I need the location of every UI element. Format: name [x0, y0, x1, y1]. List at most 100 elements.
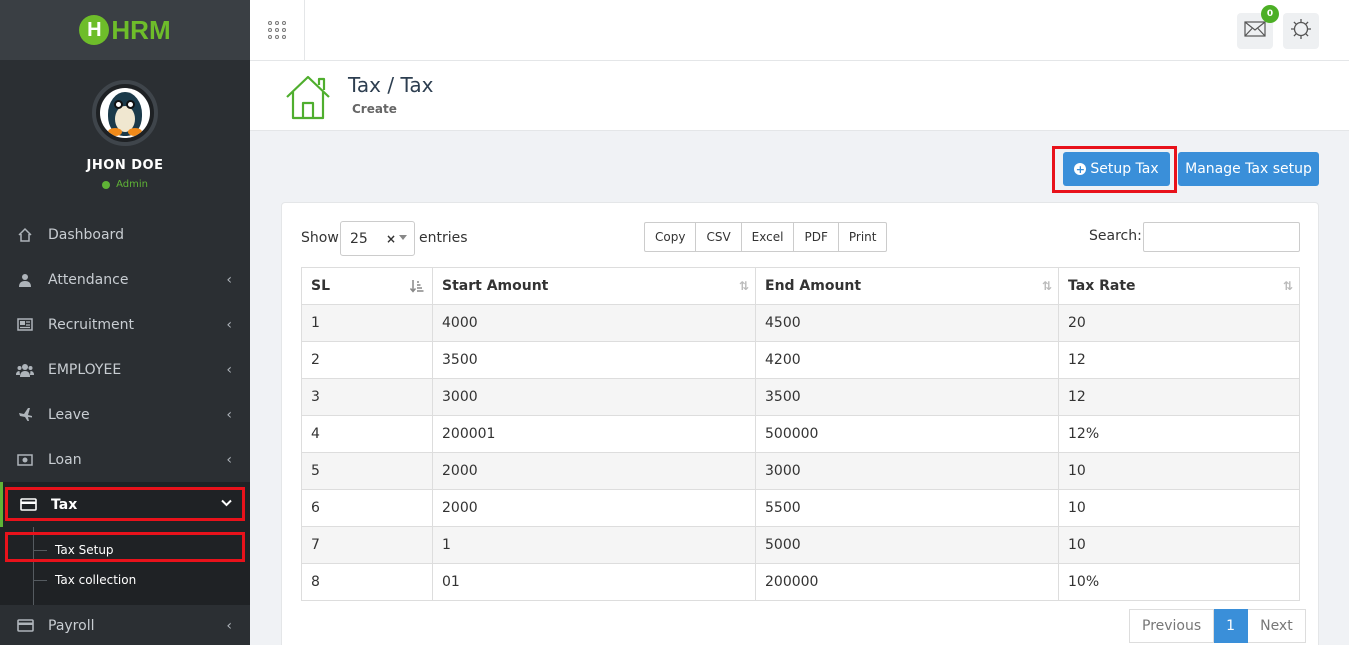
table-cell: 7: [301, 526, 433, 564]
sort-both-icon: ⇅: [1041, 279, 1052, 293]
page-length-value: 25: [350, 230, 368, 247]
table-cell: 12: [1058, 378, 1300, 416]
sidebar-item-label: EMPLOYEE: [48, 361, 122, 378]
table-cell: 10: [1058, 452, 1300, 490]
sidebar-item-label: Dashboard: [48, 226, 124, 243]
sidebar-item-label: Payroll: [48, 617, 95, 634]
column-header-tax-rate[interactable]: Tax Rate ⇅: [1058, 267, 1300, 305]
pagination: Previous 1 Next: [1129, 609, 1306, 643]
money-icon: [15, 452, 35, 468]
search-input[interactable]: [1143, 222, 1300, 252]
clear-icon[interactable]: ×: [386, 232, 396, 246]
sidebar-subitem-tax-collection[interactable]: Tax collection: [0, 565, 250, 595]
column-header-end-amount[interactable]: End Amount ⇅: [755, 267, 1059, 305]
manage-tax-setup-button[interactable]: Manage Tax setup: [1178, 152, 1319, 186]
table-cell: 2000: [432, 489, 756, 527]
csv-button[interactable]: CSV: [696, 222, 742, 252]
column-header-start-amount[interactable]: Start Amount ⇅: [432, 267, 756, 305]
online-status-icon: [102, 180, 111, 189]
table-row: 6 2000 5500 10: [301, 489, 1300, 527]
table-cell: 4: [301, 415, 433, 453]
sidebar-item-loan[interactable]: Loan ‹: [0, 437, 250, 482]
previous-page-button[interactable]: Previous: [1129, 609, 1215, 643]
newspaper-icon: [15, 317, 35, 333]
table-cell: 3500: [432, 341, 756, 379]
sort-both-icon: ⇅: [738, 279, 749, 293]
table-cell: 01: [432, 563, 756, 601]
sidebar-item-recruitment[interactable]: Recruitment ‹: [0, 302, 250, 347]
column-header-sl[interactable]: SL: [301, 267, 433, 305]
highlight-box-setup-tax: [1052, 146, 1177, 193]
avatar[interactable]: [92, 80, 158, 146]
notification-badge: 0: [1261, 5, 1279, 23]
house-icon: [284, 73, 332, 125]
app-logo[interactable]: H HRM: [79, 14, 171, 46]
sidebar-item-employee[interactable]: EMPLOYEE ‹: [0, 347, 250, 392]
table-cell: 10: [1058, 526, 1300, 564]
sidebar-item-leave[interactable]: Leave ‹: [0, 392, 250, 437]
excel-button[interactable]: Excel: [741, 222, 795, 252]
plane-icon: [15, 407, 35, 423]
sidebar-item-label: Leave: [48, 406, 90, 423]
table-cell: 2: [301, 341, 433, 379]
page-title: Tax / Tax: [348, 73, 434, 97]
table-cell: 1: [301, 304, 433, 342]
messages-button[interactable]: 0: [1237, 5, 1279, 49]
sidebar-item-dashboard[interactable]: Dashboard: [0, 212, 250, 257]
caret-down-icon: [399, 235, 407, 240]
sort-both-icon: ⇅: [1282, 279, 1293, 293]
sidebar-item-payroll[interactable]: Payroll ‹: [0, 603, 250, 645]
page-subtitle: Create: [352, 102, 397, 116]
column-header-label: Tax Rate: [1068, 278, 1136, 294]
penguin-avatar-image: [100, 88, 150, 138]
table-cell: 500000: [755, 415, 1059, 453]
table-cell: 10: [1058, 489, 1300, 527]
page-header: Tax / Tax Create: [250, 61, 1349, 131]
table-row: 1 4000 4500 20: [301, 304, 1300, 342]
table-cell: 12: [1058, 341, 1300, 379]
table-cell: 3000: [755, 452, 1059, 490]
table-row: 8 01 200000 10%: [301, 563, 1300, 601]
table-cell: 1: [432, 526, 756, 564]
sidebar-item-label: Loan: [48, 451, 82, 468]
table-header-row: SL Start Amount ⇅ End Amount ⇅ Tax Rate …: [301, 267, 1300, 305]
chevron-left-icon: ‹: [226, 272, 232, 288]
user-name: JHON DOE: [86, 158, 164, 173]
settings-button[interactable]: [1283, 13, 1319, 49]
table-cell: 8: [301, 563, 433, 601]
table-row: 2 3500 4200 12: [301, 341, 1300, 379]
sidebar-item-label: Attendance: [48, 271, 129, 288]
copy-button[interactable]: Copy: [644, 222, 697, 252]
table-cell: 3500: [755, 378, 1059, 416]
pdf-button[interactable]: PDF: [794, 222, 839, 252]
sidebar-menu-bottom: Payroll ‹: [0, 603, 250, 645]
logo-text: HRM: [111, 14, 171, 45]
table-cell: 3000: [432, 378, 756, 416]
table-cell: 10%: [1058, 563, 1300, 601]
print-button[interactable]: Print: [838, 222, 888, 252]
apps-grid-button[interactable]: [250, 0, 305, 60]
show-label: Show: [301, 230, 339, 246]
chevron-left-icon: ‹: [226, 452, 232, 468]
user-role-label: Admin: [116, 179, 148, 190]
home-icon: [15, 227, 35, 243]
credit-card-icon: [15, 618, 35, 634]
table-cell: 20: [1058, 304, 1300, 342]
user-icon: [15, 272, 35, 288]
table-cell: 4500: [755, 304, 1059, 342]
user-role: Admin: [0, 179, 250, 190]
next-page-button[interactable]: Next: [1248, 609, 1306, 643]
sort-ascending-icon: [409, 279, 424, 296]
sidebar-item-attendance[interactable]: Attendance ‹: [0, 257, 250, 302]
table-cell: 3: [301, 378, 433, 416]
export-button-group: Copy CSV Excel PDF Print: [644, 222, 888, 252]
tax-table: SL Start Amount ⇅ End Amount ⇅ Tax Rate …: [301, 267, 1300, 601]
highlight-box-tax: [5, 487, 245, 521]
page-length-select[interactable]: 25 ×: [340, 221, 415, 256]
table-cell: 5500: [755, 489, 1059, 527]
table-cell: 12%: [1058, 415, 1300, 453]
page-1-button[interactable]: 1: [1214, 609, 1249, 643]
grid-icon: [268, 21, 286, 39]
table-row: 7 1 5000 10: [301, 526, 1300, 564]
chevron-left-icon: ‹: [226, 407, 232, 423]
